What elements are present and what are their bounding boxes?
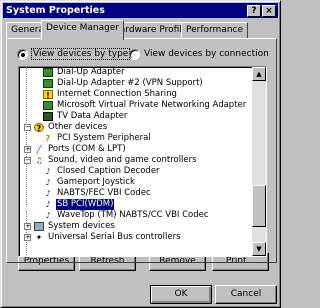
sound-device-icon: ♪ xyxy=(45,178,51,187)
tree-row[interactable]: Dial-Up Adapter #2 (VPN Support) xyxy=(21,78,251,89)
tree-row-label: Closed Caption Decoder xyxy=(57,166,160,176)
tree-row-selected[interactable]: ♪ SB PCI(WDM) xyxy=(21,198,251,211)
tree-row-label: Microsoft Virtual Private Networking Ada… xyxy=(57,100,247,110)
scroll-thumb[interactable] xyxy=(252,185,266,227)
question-mark-icon: ? xyxy=(45,134,51,143)
view-by-connection-label: View devices by connection xyxy=(144,49,269,59)
expand-toggle[interactable]: + xyxy=(24,146,31,153)
tree-row[interactable]: ! Internet Connection Sharing xyxy=(21,89,251,100)
question-mark-icon: ? xyxy=(34,123,44,133)
ok-button[interactable]: OK xyxy=(150,285,212,304)
tree-row-label: PCI System Peripheral xyxy=(57,133,151,143)
tree-row-label: NABTS/FEC VBI Codec xyxy=(57,188,151,198)
radio-by-connection[interactable] xyxy=(129,48,140,60)
view-by-connection-option[interactable]: View devices by connection xyxy=(129,47,269,61)
tree-row[interactable]: TV Data Adapter xyxy=(21,111,251,122)
tree-row-label: Gameport Joystick xyxy=(57,177,135,187)
network-adapter-icon xyxy=(43,68,53,77)
port-icon: ╱ xyxy=(36,145,42,154)
sound-device-icon: ♪ xyxy=(45,200,51,209)
view-by-type-option[interactable]: View devices by type xyxy=(17,47,131,61)
sound-device-icon: ♪ xyxy=(45,211,51,220)
tree-row-system-devices[interactable]: + System devices xyxy=(21,221,251,232)
sound-icon: ♫ xyxy=(35,156,43,165)
tree-row-ports[interactable]: + ╱ Ports (COM & LPT) xyxy=(21,144,251,155)
tree-row-label: SB PCI(WDM) xyxy=(54,198,116,211)
tree-row[interactable]: ♪ Closed Caption Decoder xyxy=(21,166,251,177)
help-button[interactable]: ? xyxy=(247,5,261,17)
radio-by-type[interactable] xyxy=(17,48,28,60)
tree-row-sound-video[interactable]: − ♫ Sound, video and game controllers xyxy=(21,155,251,166)
tree-row-label: System devices xyxy=(48,221,115,231)
collapse-toggle[interactable]: − xyxy=(24,157,31,164)
device-tree[interactable]: Dial-Up Adapter Dial-Up Adapter #2 (VPN … xyxy=(18,66,267,257)
tree-row[interactable]: Microsoft Virtual Private Networking Ada… xyxy=(21,100,251,111)
usb-icon: ✦ xyxy=(35,233,43,242)
network-adapter-icon xyxy=(43,101,53,110)
view-by-type-label: View devices by type xyxy=(30,48,131,60)
sound-device-icon: ♪ xyxy=(45,189,51,198)
window-title: System Properties xyxy=(6,5,105,16)
tree-row-label: WaveTop (TM) NABTS/CC VBI Codec xyxy=(57,210,209,220)
tree-row[interactable]: Dial-Up Adapter xyxy=(21,67,251,78)
title-bar[interactable]: System Properties ? × xyxy=(3,3,278,18)
system-properties-window: System Properties ? × General Device Man… xyxy=(0,0,281,308)
tab-performance[interactable]: Performance xyxy=(181,22,249,39)
tree-row-usb[interactable]: + ✦ Universal Serial Bus controllers xyxy=(21,232,251,243)
network-adapter-icon xyxy=(43,112,53,121)
cancel-button[interactable]: Cancel xyxy=(215,285,277,304)
tab-label: Performance xyxy=(186,25,244,35)
sound-device-icon: ♪ xyxy=(45,167,51,176)
expand-toggle[interactable]: + xyxy=(24,234,31,241)
tree-row-other-devices[interactable]: − ? Other devices xyxy=(21,122,251,133)
tree-row-label: Universal Serial Bus controllers xyxy=(48,232,181,242)
tree-rows: Dial-Up Adapter Dial-Up Adapter #2 (VPN … xyxy=(21,67,251,243)
network-adapter-warning-icon: ! xyxy=(43,90,53,100)
tree-row-label: Sound, video and game controllers xyxy=(48,155,197,165)
tab-device-manager[interactable]: Device Manager xyxy=(41,20,125,40)
vertical-scrollbar[interactable]: ▲ ▼ xyxy=(252,67,266,256)
computer-icon xyxy=(34,222,44,231)
tree-row[interactable]: ? PCI System Peripheral xyxy=(21,133,251,144)
scroll-up-button[interactable]: ▲ xyxy=(252,67,266,81)
expand-toggle[interactable]: + xyxy=(24,223,31,230)
tree-row-label: Other devices xyxy=(48,122,108,132)
tree-row-label: Internet Connection Sharing xyxy=(57,89,177,99)
scroll-down-button[interactable]: ▼ xyxy=(252,242,266,256)
tree-row[interactable]: ♪ Gameport Joystick xyxy=(21,177,251,188)
tree-row-label: Ports (COM & LPT) xyxy=(48,144,126,154)
tab-label: Device Manager xyxy=(46,23,120,33)
close-button[interactable]: × xyxy=(262,5,276,17)
tree-row-label: TV Data Adapter xyxy=(57,111,128,121)
tree-row-label: Dial-Up Adapter #2 (VPN Support) xyxy=(57,78,203,88)
tree-row-label: Dial-Up Adapter xyxy=(57,67,125,77)
collapse-toggle[interactable]: − xyxy=(24,124,31,131)
tree-row[interactable]: ♪ NABTS/FEC VBI Codec xyxy=(21,188,251,199)
network-adapter-icon xyxy=(43,79,53,88)
tree-row[interactable]: ♪ WaveTop (TM) NABTS/CC VBI Codec xyxy=(21,210,251,221)
device-manager-page: View devices by type View devices by con… xyxy=(6,38,277,263)
